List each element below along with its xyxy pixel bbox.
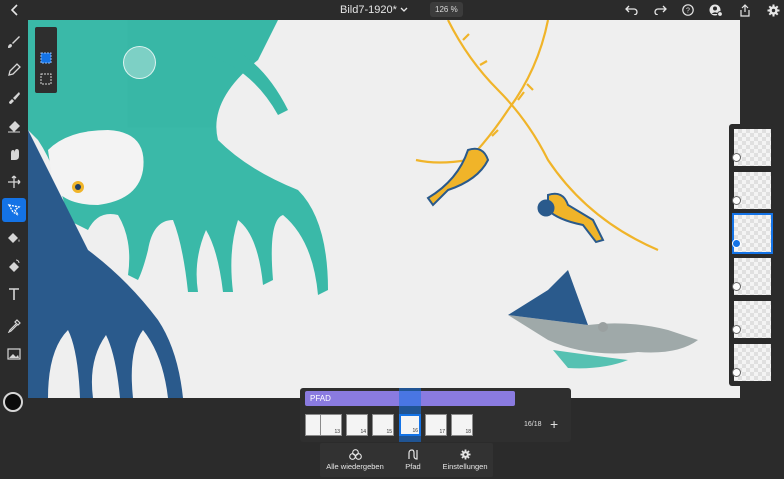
layer-thumbnail-selected[interactable] bbox=[732, 213, 773, 254]
frame-thumbnail[interactable]: 15 bbox=[372, 414, 394, 436]
path-label: Pfad bbox=[405, 462, 421, 471]
frame-thumbnail[interactable]: 17 bbox=[425, 414, 447, 436]
add-frame-button[interactable]: + bbox=[550, 417, 558, 431]
layer-visibility-icon[interactable] bbox=[732, 325, 741, 334]
tool-bar bbox=[0, 20, 28, 479]
frame-number: 16 bbox=[412, 428, 418, 434]
svg-text:?: ? bbox=[686, 8, 690, 15]
brush-icon[interactable] bbox=[2, 30, 26, 54]
smudge-icon[interactable] bbox=[2, 142, 26, 166]
frame-number: 18 bbox=[465, 429, 471, 435]
image-icon[interactable] bbox=[2, 342, 26, 366]
liquify-icon[interactable] bbox=[2, 254, 26, 278]
gear-icon bbox=[460, 449, 470, 460]
redo-icon[interactable] bbox=[652, 0, 668, 20]
frame-counter: 16/18 bbox=[524, 421, 542, 428]
selection-mode-panel bbox=[35, 27, 57, 93]
layer-visibility-icon[interactable] bbox=[732, 368, 741, 377]
transform-icon[interactable] bbox=[2, 170, 26, 194]
frame-thumbnail-selected[interactable]: 16 bbox=[399, 414, 421, 436]
layer-visibility-icon[interactable] bbox=[732, 196, 741, 205]
play-all-button[interactable]: Alle wiedergeben bbox=[326, 443, 384, 477]
layer-visibility-icon[interactable] bbox=[732, 282, 741, 291]
frame-number: 15 bbox=[386, 429, 392, 435]
chevron-down-icon bbox=[400, 7, 408, 12]
eraser-icon[interactable] bbox=[2, 114, 26, 138]
chevron-left-icon[interactable] bbox=[8, 0, 22, 20]
add-selection-icon[interactable] bbox=[39, 51, 53, 65]
frame-number: 13 bbox=[334, 429, 340, 435]
layer-thumbnail[interactable] bbox=[732, 301, 771, 338]
top-bar: Bild7-1920* 126 % ? bbox=[0, 0, 784, 20]
play-all-label: Alle wiedergeben bbox=[326, 462, 384, 471]
undo-icon[interactable] bbox=[623, 0, 639, 20]
layers-panel bbox=[729, 124, 774, 386]
layer-thumbnail[interactable] bbox=[732, 258, 771, 295]
layer-thumbnail[interactable] bbox=[732, 129, 771, 166]
document-title[interactable]: Bild7-1920* bbox=[340, 0, 408, 20]
bottom-action-bar: Alle wiedergeben Pfad Einstellungen bbox=[320, 443, 493, 477]
settings-label: Einstellungen bbox=[442, 462, 488, 471]
frame-number: 14 bbox=[360, 429, 366, 435]
subtract-selection-icon[interactable] bbox=[39, 72, 53, 86]
help-icon[interactable]: ? bbox=[680, 0, 696, 20]
color-swatch[interactable] bbox=[3, 392, 23, 412]
lasso-icon[interactable] bbox=[2, 198, 26, 222]
fill-icon[interactable] bbox=[2, 226, 26, 250]
account-icon[interactable] bbox=[707, 0, 725, 20]
layer-visibility-icon[interactable] bbox=[732, 153, 741, 162]
frame-thumbnail[interactable]: 13 bbox=[320, 414, 342, 436]
settings-icon[interactable] bbox=[765, 0, 781, 20]
layer-thumbnail[interactable] bbox=[732, 172, 771, 209]
paint-icon[interactable] bbox=[2, 86, 26, 110]
path-button[interactable]: Pfad bbox=[400, 443, 426, 477]
text-icon[interactable] bbox=[2, 282, 26, 306]
frame-thumbnail[interactable]: 14 bbox=[346, 414, 368, 436]
layer-thumbnail[interactable] bbox=[732, 344, 771, 381]
frame-number: 17 bbox=[439, 429, 445, 435]
document-name: Bild7-1920* bbox=[340, 4, 397, 16]
touch-indicator bbox=[123, 46, 156, 79]
eyedropper-icon[interactable] bbox=[2, 314, 26, 338]
frame-thumbnail[interactable]: 18 bbox=[451, 414, 473, 436]
animation-timeline: PFAD 12 13 14 15 16 17 18 16/18 + bbox=[300, 388, 571, 442]
pen-icon[interactable] bbox=[2, 58, 26, 82]
zoom-level[interactable]: 126 % bbox=[430, 2, 463, 17]
onion-skin-icon bbox=[348, 449, 362, 460]
share-icon[interactable] bbox=[737, 0, 753, 20]
settings-button[interactable]: Einstellungen bbox=[442, 443, 488, 477]
path-icon bbox=[408, 449, 418, 460]
layer-visibility-icon[interactable] bbox=[732, 239, 741, 248]
